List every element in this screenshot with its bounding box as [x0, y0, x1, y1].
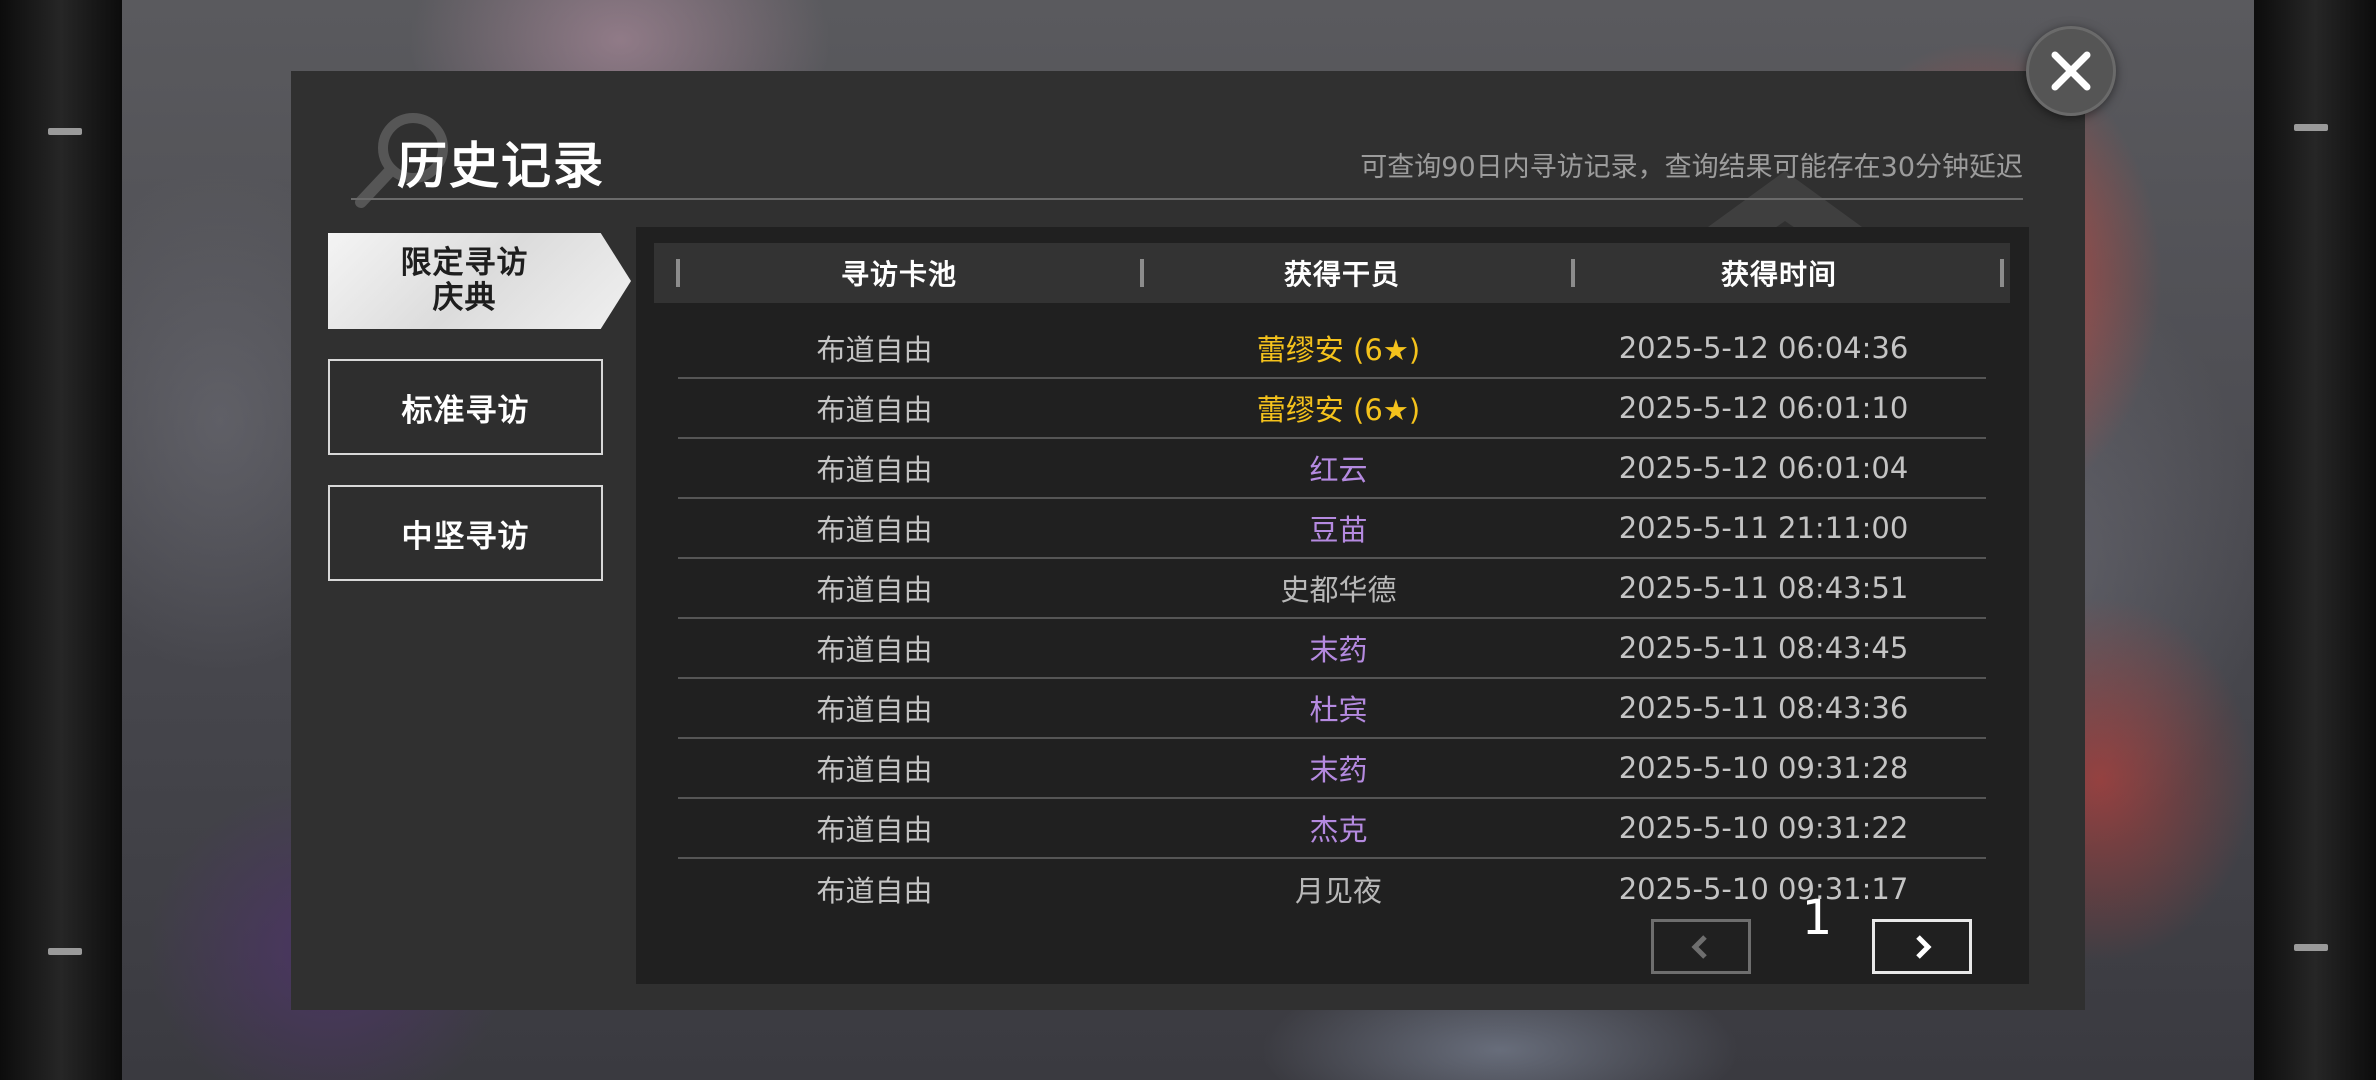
table-row: 布道自由 红云 2025-5-12 06:01:04 — [678, 439, 1986, 499]
operator-cell: 蕾缪安 (6★) — [1256, 333, 1421, 367]
left-tick-top — [48, 128, 82, 135]
operator-cell: 末药 — [1309, 633, 1368, 667]
table-row: 布道自由 史都华德 2025-5-11 08:43:51 — [678, 559, 1986, 619]
time-cell: 2025-5-10 09:31:28 — [1618, 751, 1909, 785]
operator-cell: 蕾缪安 (6★) — [1256, 393, 1421, 427]
right-tick-top — [2294, 124, 2328, 131]
table-row: 布道自由 蕾缪安 (6★) 2025-5-12 06:01:10 — [678, 379, 1986, 439]
prev-page-button[interactable] — [1651, 919, 1751, 974]
table-row: 布道自由 豆苗 2025-5-11 21:11:00 — [678, 499, 1986, 559]
query-note: 可查询90日内寻访记录，查询结果可能存在30分钟延迟 — [1360, 152, 2023, 183]
tab-core[interactable]: 中坚寻访 — [328, 485, 603, 581]
table-row: 布道自由 末药 2025-5-10 09:31:28 — [678, 739, 1986, 799]
close-button[interactable] — [2026, 26, 2116, 116]
table-row: 布道自由 月见夜 2025-5-10 09:31:17 — [678, 859, 1986, 919]
pool-cell: 布道自由 — [816, 693, 933, 727]
table-body: 布道自由 蕾缪安 (6★) 2025-5-12 06:04:36 布道自由 蕾缪安 (6… — [678, 319, 1986, 919]
chevron-left-icon — [1691, 934, 1707, 959]
table-row: 布道自由 末药 2025-5-11 08:43:45 — [678, 619, 1986, 679]
table-row: 布道自由 杜宾 2025-5-11 08:43:36 — [678, 679, 1986, 739]
title-area: 历史记录 — [355, 106, 603, 208]
pool-cell: 布道自由 — [816, 393, 933, 427]
pool-cell: 布道自由 — [816, 573, 933, 607]
close-icon — [2051, 51, 2091, 91]
tab-label-line1: 限定寻访 — [400, 245, 529, 281]
operator-cell: 杰克 — [1309, 813, 1368, 847]
operator-cell: 史都华德 — [1280, 573, 1397, 607]
operator-cell: 末药 — [1309, 753, 1368, 787]
page-title: 历史记录 — [397, 137, 605, 195]
time-cell: 2025-5-12 06:01:10 — [1618, 391, 1909, 425]
time-cell: 2025-5-11 21:11:00 — [1618, 511, 1909, 545]
left-tick-bottom — [48, 948, 82, 955]
time-cell: 2025-5-11 08:43:36 — [1618, 691, 1909, 725]
pool-cell: 布道自由 — [816, 813, 933, 847]
history-table: 寻访卡池 获得干员 获得时间 布道自由 蕾缪安 (6★) 2025-5-12 06:… — [636, 227, 2029, 984]
pool-cell: 布道自由 — [816, 513, 933, 547]
time-cell: 2025-5-10 09:31:17 — [1618, 872, 1909, 906]
table-header: 寻访卡池 获得干员 获得时间 — [654, 243, 2010, 303]
table-row: 布道自由 杰克 2025-5-10 09:31:22 — [678, 799, 1986, 859]
time-cell: 2025-5-11 08:43:51 — [1618, 571, 1909, 605]
tab-label-line2: 庆典 — [432, 280, 497, 316]
column-header-operator: 获得干员 — [1283, 258, 1400, 291]
chevron-right-icon — [1916, 934, 1932, 959]
pool-cell: 布道自由 — [816, 453, 933, 487]
operator-cell: 月见夜 — [1294, 874, 1382, 908]
time-cell: 2025-5-11 08:43:45 — [1618, 631, 1909, 665]
right-film-strip — [2254, 0, 2376, 1080]
tab-standard[interactable]: 标准寻访 — [328, 359, 603, 455]
left-film-strip — [0, 0, 122, 1080]
pool-cell: 布道自由 — [816, 633, 933, 667]
current-page-number: 1 — [1801, 890, 1833, 946]
pool-cell: 布道自由 — [816, 874, 933, 908]
column-header-time: 获得时间 — [1720, 258, 1837, 291]
time-cell: 2025-5-12 06:04:36 — [1618, 331, 1909, 365]
header-separator — [2000, 259, 2004, 287]
right-tick-bottom — [2294, 944, 2328, 951]
next-page-button[interactable] — [1872, 919, 1972, 974]
column-header-pool: 寻访卡池 — [840, 258, 957, 291]
table-row: 布道自由 蕾缪安 (6★) 2025-5-12 06:04:36 — [678, 319, 1986, 379]
time-cell: 2025-5-10 09:31:22 — [1618, 811, 1909, 845]
title-divider — [351, 198, 2023, 200]
operator-cell: 豆苗 — [1309, 513, 1368, 547]
time-cell: 2025-5-12 06:01:04 — [1618, 451, 1909, 485]
operator-cell: 红云 — [1309, 453, 1368, 487]
pool-cell: 布道自由 — [816, 753, 933, 787]
operator-cell: 杜宾 — [1309, 693, 1368, 727]
tab-limited-celebration[interactable]: 限定寻访 庆典 — [328, 233, 631, 329]
pool-cell: 布道自由 — [816, 333, 933, 367]
